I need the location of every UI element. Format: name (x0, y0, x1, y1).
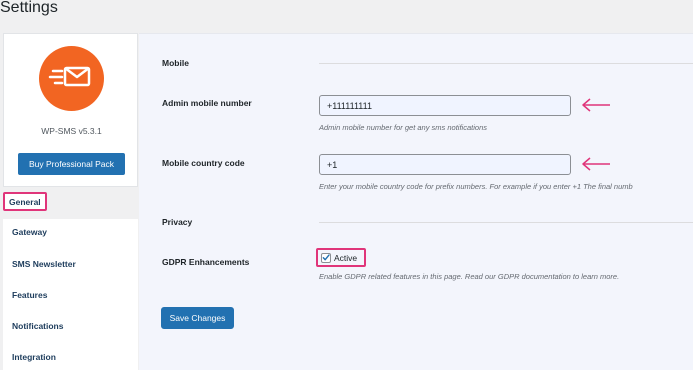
tab-notifications[interactable]: Notifications (3, 313, 138, 339)
tab-integration[interactable]: Integration (3, 344, 138, 370)
page-title: Settings (0, 0, 58, 16)
gdpr-active-checkbox[interactable]: Active (316, 248, 366, 267)
tab-general[interactable]: General (3, 192, 47, 211)
country-code-description: Enter your mobile country code for prefi… (319, 182, 633, 191)
admin-mobile-input[interactable] (319, 95, 571, 116)
country-code-label: Mobile country code (162, 158, 245, 168)
envelope-send-icon (39, 46, 104, 111)
arrow-left-icon (582, 157, 610, 171)
settings-tabs: Gateway SMS Newsletter Features Notifica… (3, 219, 138, 370)
admin-mobile-description: Admin mobile number for get any sms noti… (319, 123, 487, 132)
checkbox-checked-icon[interactable] (321, 252, 331, 263)
section-mobile-heading: Mobile (162, 58, 189, 68)
settings-form: Mobile Admin mobile number Admin mobile … (139, 33, 693, 370)
buy-professional-button[interactable]: Buy Professional Pack (18, 153, 125, 175)
gdpr-description: Enable GDPR related features in this pag… (319, 272, 620, 281)
country-code-input[interactable] (319, 154, 571, 175)
section-divider (319, 222, 693, 223)
arrow-left-icon (582, 98, 610, 112)
tab-sms-newsletter[interactable]: SMS Newsletter (3, 251, 138, 277)
admin-mobile-label: Admin mobile number (162, 98, 252, 108)
section-divider (319, 63, 693, 64)
gdpr-label: GDPR Enhancements (162, 257, 250, 267)
tab-gateway[interactable]: Gateway (3, 219, 138, 245)
plugin-version: WP-SMS v5.3.1 (41, 126, 102, 136)
brand-card: WP-SMS v5.3.1 Buy Professional Pack (3, 33, 138, 187)
save-changes-button[interactable]: Save Changes (161, 307, 234, 329)
tab-features[interactable]: Features (3, 282, 138, 308)
section-privacy-heading: Privacy (162, 217, 193, 227)
checkbox-label: Active (334, 252, 358, 263)
